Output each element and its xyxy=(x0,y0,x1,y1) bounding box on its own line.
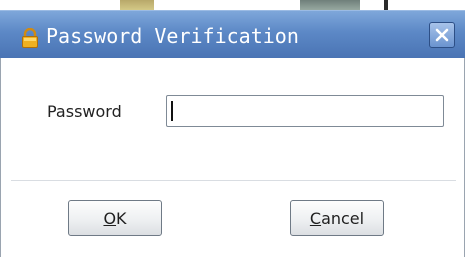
close-button[interactable] xyxy=(429,22,455,48)
titlebar[interactable]: Password Verification xyxy=(0,10,465,58)
password-verification-dialog: Password Verification Password OK Cancel xyxy=(0,10,465,257)
dialog-title: Password Verification xyxy=(46,24,299,48)
password-input[interactable] xyxy=(166,95,444,127)
close-icon xyxy=(435,28,449,42)
text-cursor xyxy=(171,101,173,121)
screen: Password Verification Password OK Cancel xyxy=(0,0,465,257)
password-label: Password xyxy=(47,102,122,121)
cancel-mnemonic: C xyxy=(309,208,322,228)
ok-mnemonic: O xyxy=(103,208,117,228)
ok-button[interactable]: OK xyxy=(68,200,162,236)
separator xyxy=(11,180,456,181)
ok-label-rest: K xyxy=(116,208,127,228)
dialog-body: Password OK Cancel xyxy=(0,58,465,257)
lock-icon xyxy=(20,27,40,48)
cancel-label-rest: ancel xyxy=(321,208,365,228)
cancel-button[interactable]: Cancel xyxy=(290,200,384,236)
